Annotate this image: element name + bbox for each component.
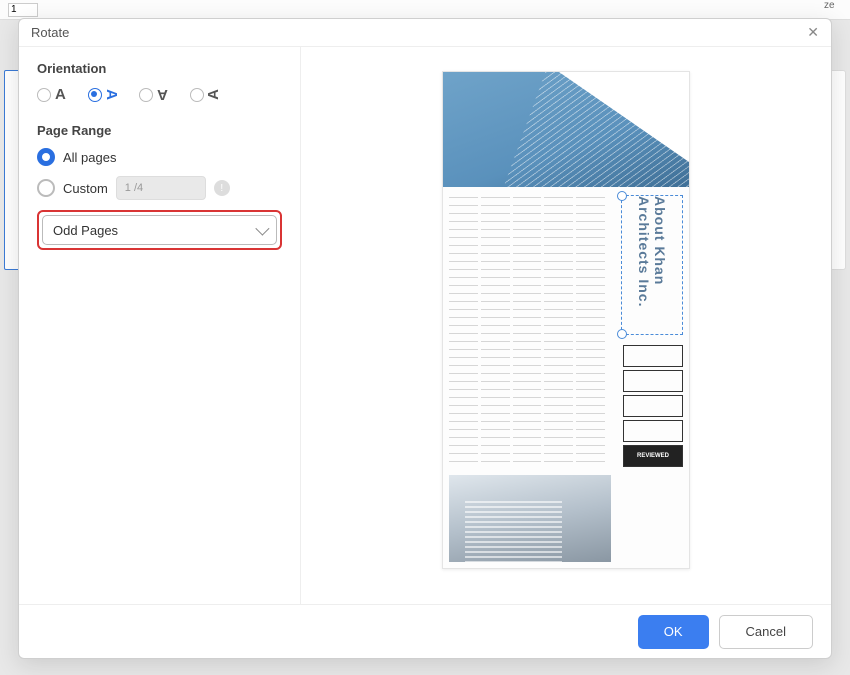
- orientation-180deg[interactable]: A: [139, 86, 168, 103]
- page-number-input[interactable]: [8, 3, 38, 17]
- custom-range-input: [116, 176, 206, 200]
- preview-body-text: [449, 195, 605, 467]
- orientation-options: A A A A: [37, 86, 282, 103]
- orientation-90deg[interactable]: A: [88, 86, 117, 103]
- options-panel: Orientation A A A A Page Range All pages: [19, 47, 301, 604]
- chevron-down-icon: [255, 222, 269, 236]
- ok-button[interactable]: OK: [638, 615, 709, 649]
- radio-icon: [37, 148, 55, 166]
- all-pages-label: All pages: [63, 150, 116, 165]
- dialog-footer: OK Cancel: [19, 604, 831, 658]
- cropped-label: ze: [824, 0, 842, 18]
- preview-hero-image: [443, 72, 689, 187]
- preview-stamps: REVIEWED: [623, 345, 683, 467]
- page-subset-select[interactable]: Odd Pages: [42, 215, 277, 245]
- subset-value: Odd Pages: [53, 223, 118, 238]
- page-range-label: Page Range: [37, 123, 282, 138]
- orientation-0deg[interactable]: A: [37, 86, 66, 103]
- preview-title-box: About Khan Architects Inc.: [621, 195, 683, 335]
- info-icon[interactable]: !: [214, 180, 230, 196]
- all-pages-option[interactable]: All pages: [37, 148, 282, 166]
- orientation-label: Orientation: [37, 61, 282, 76]
- rotate-dialog: Rotate ✕ Orientation A A A A Page Range: [18, 18, 832, 659]
- cancel-button[interactable]: Cancel: [719, 615, 813, 649]
- radio-icon: [37, 179, 55, 197]
- dialog-titlebar: Rotate ✕: [19, 19, 831, 47]
- backdrop-toolbar: [0, 0, 850, 20]
- custom-label: Custom: [63, 181, 108, 196]
- close-icon[interactable]: ✕: [807, 24, 819, 41]
- dialog-title-text: Rotate: [31, 25, 69, 40]
- custom-pages-option[interactable]: Custom !: [37, 176, 282, 200]
- preview-panel: About Khan Architects Inc. REVIEWED: [301, 47, 831, 604]
- highlight-annotation: Odd Pages: [37, 210, 282, 250]
- page-preview: About Khan Architects Inc. REVIEWED: [442, 71, 690, 569]
- orientation-270deg[interactable]: A: [190, 86, 219, 103]
- preview-secondary-image: [449, 475, 611, 562]
